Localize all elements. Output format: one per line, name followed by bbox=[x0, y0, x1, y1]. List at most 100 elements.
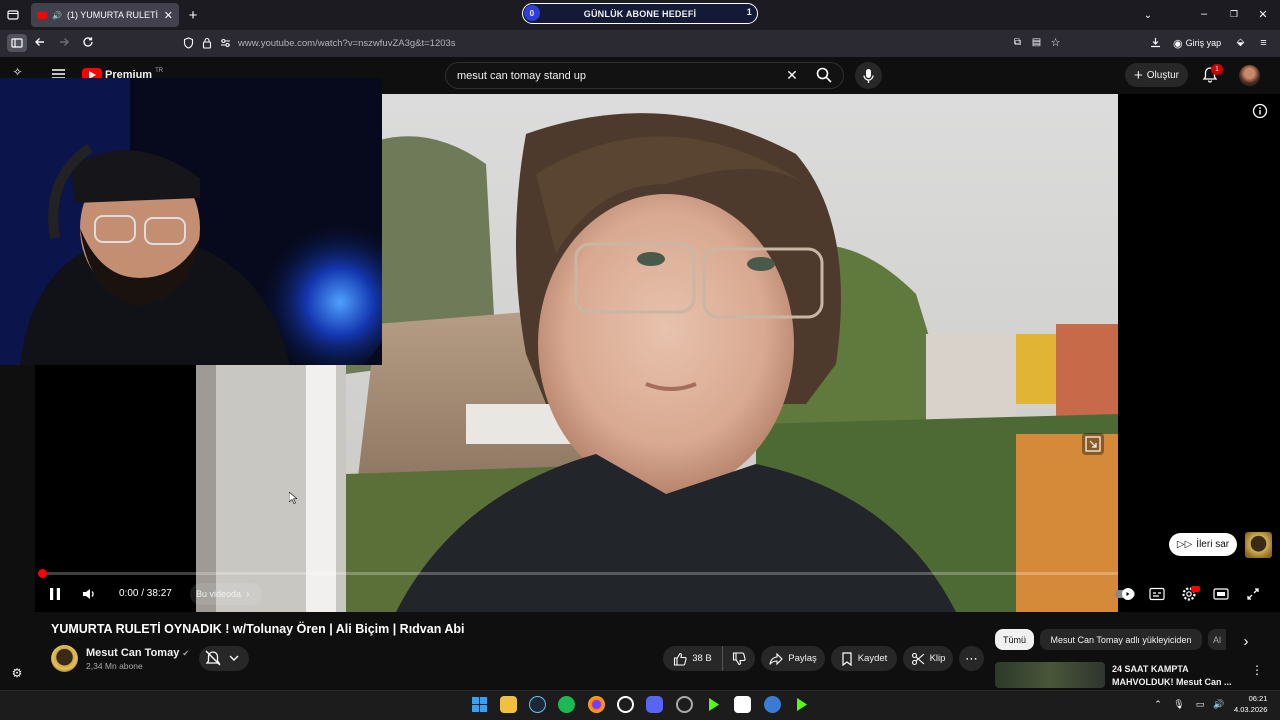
channel-name[interactable]: Mesut Can Tomay ✔ bbox=[86, 647, 189, 659]
list-all-tabs-icon[interactable]: ⌄ bbox=[1141, 8, 1155, 22]
discord-icon[interactable] bbox=[646, 696, 663, 713]
volume-tray-icon[interactable]: 🔊 bbox=[1213, 698, 1225, 710]
picture-in-picture-icon[interactable]: ⧉ bbox=[1011, 36, 1024, 49]
close-tab-icon[interactable]: ✕ bbox=[164, 9, 173, 22]
skip-forward-button[interactable]: ▷▷ İleri sar bbox=[1169, 533, 1237, 556]
obs-icon[interactable] bbox=[617, 696, 634, 713]
share-label: Paylaş bbox=[788, 653, 817, 664]
app-tile-icon[interactable] bbox=[734, 696, 751, 713]
volume-icon[interactable] bbox=[81, 586, 97, 602]
subscription-bell-button[interactable] bbox=[199, 646, 249, 671]
recommended-video-title[interactable]: 24 SAAT KAMPTA MAHVOLDUK! Mesut Can ... bbox=[1112, 663, 1252, 688]
search-icon[interactable] bbox=[815, 66, 833, 84]
bookmark-icon bbox=[842, 651, 852, 666]
chip-related[interactable]: Al bbox=[1208, 629, 1226, 650]
microphone-tray-icon[interactable]: 🎙 bbox=[1173, 698, 1184, 710]
taskbar-clock[interactable]: 06:21 4.03.2026 bbox=[1234, 694, 1267, 715]
channel-avatar[interactable] bbox=[51, 645, 78, 672]
menu-icon[interactable]: ≡ bbox=[1257, 36, 1270, 49]
subtitles-icon[interactable] bbox=[1149, 587, 1165, 601]
save-button[interactable]: Kaydet bbox=[831, 646, 897, 671]
firefox-icon[interactable] bbox=[588, 696, 605, 713]
progress-scrubber[interactable] bbox=[38, 569, 47, 578]
clip-button[interactable]: Klip bbox=[903, 646, 953, 671]
url-text: www.youtube.com/watch?v=nszwfuvZA3g&t=12… bbox=[238, 37, 456, 49]
speaker-icon[interactable]: 🔊 bbox=[52, 11, 62, 20]
chip-from-uploader[interactable]: Mesut Can Tomay adlı yükleyiciden bbox=[1040, 629, 1202, 650]
extensions-icon[interactable]: ⬙ bbox=[1234, 36, 1247, 49]
tracking-shield-icon[interactable] bbox=[182, 36, 194, 49]
lock-icon[interactable] bbox=[201, 36, 213, 49]
chips-next-chevron-icon[interactable]: › bbox=[1239, 633, 1253, 650]
info-icon[interactable] bbox=[1252, 103, 1268, 119]
voice-search-button[interactable] bbox=[855, 62, 882, 89]
system-tray-chevron-icon[interactable]: ⌃ bbox=[1153, 698, 1163, 710]
signin-label: Giriş yap bbox=[1185, 38, 1222, 48]
more-vertical-icon[interactable]: ⋮ bbox=[1251, 663, 1263, 677]
spotify-icon[interactable] bbox=[558, 696, 575, 713]
user-avatar[interactable] bbox=[1239, 65, 1260, 86]
browser-tab-active[interactable]: 🔊 (1) YUMURTA RULETİ OYNA ✕ bbox=[31, 3, 179, 27]
downloads-icon[interactable] bbox=[1149, 36, 1162, 49]
sidebar-toggle-button[interactable] bbox=[7, 34, 27, 52]
tab-list-icon[interactable] bbox=[6, 8, 20, 22]
channel-watermark[interactable] bbox=[1245, 532, 1272, 558]
progress-bar[interactable] bbox=[42, 572, 1118, 575]
streamer-webcam-overlay bbox=[0, 78, 382, 365]
reload-icon[interactable] bbox=[81, 35, 95, 49]
mouse-cursor-icon bbox=[289, 492, 297, 504]
back-arrow-icon[interactable] bbox=[33, 35, 47, 49]
app-globe-icon[interactable] bbox=[764, 696, 781, 713]
bookmark-star-icon[interactable]: ☆ bbox=[1049, 36, 1062, 49]
more-horizontal-icon: ⋯ bbox=[965, 650, 978, 666]
network-icon[interactable]: ▭ bbox=[1194, 698, 1206, 710]
notification-badge: 1 bbox=[1211, 64, 1223, 75]
pause-icon[interactable] bbox=[48, 586, 62, 602]
search-input[interactable]: mesut can tomay stand up bbox=[457, 70, 586, 82]
like-button[interactable]: 38 B bbox=[663, 646, 722, 671]
fast-forward-icon: ▷▷ bbox=[1176, 539, 1193, 550]
webcam-image bbox=[0, 78, 382, 365]
account-signin-button[interactable]: ◉ Giriş yap bbox=[1173, 35, 1223, 51]
verified-icon: ✔ bbox=[182, 649, 190, 658]
chip-all[interactable]: Tümü bbox=[995, 629, 1034, 650]
fullscreen-exit-icon[interactable] bbox=[1246, 587, 1260, 601]
theater-mode-icon[interactable] bbox=[1213, 587, 1229, 601]
clear-search-icon[interactable]: ✕ bbox=[784, 67, 800, 83]
restore-icon[interactable]: ❐ bbox=[1227, 7, 1241, 21]
address-bar[interactable]: www.youtube.com/watch?v=nszwfuvZA3g&t=12… bbox=[238, 33, 1133, 53]
forward-arrow-icon[interactable] bbox=[57, 35, 71, 49]
settings-gear-icon[interactable]: ⚙ bbox=[10, 666, 24, 680]
recommended-video-thumbnail[interactable] bbox=[995, 662, 1105, 688]
close-window-icon[interactable]: ✕ bbox=[1256, 7, 1270, 21]
permissions-icon[interactable] bbox=[219, 36, 232, 49]
scissors-icon bbox=[911, 652, 924, 665]
like-count: 38 B bbox=[692, 653, 712, 664]
sparkle-icon[interactable]: ✧ bbox=[10, 64, 25, 79]
subscriber-count: 2,34 Mn abone bbox=[86, 661, 143, 671]
minimize-icon[interactable]: – bbox=[1197, 7, 1211, 21]
start-windows-icon[interactable] bbox=[471, 696, 488, 713]
reader-view-icon[interactable]: ▤ bbox=[1030, 36, 1043, 49]
goal-target-value: 1 bbox=[746, 7, 752, 17]
file-explorer-icon[interactable] bbox=[500, 696, 517, 713]
clock-time: 06:21 bbox=[1248, 694, 1268, 703]
autoplay-toggle[interactable] bbox=[1114, 587, 1136, 601]
steam-icon[interactable] bbox=[529, 696, 546, 713]
app-arrow-icon[interactable] bbox=[705, 696, 722, 713]
thumbs-up-icon bbox=[674, 652, 687, 666]
new-tab-icon[interactable]: + bbox=[186, 7, 200, 24]
dislike-button[interactable] bbox=[722, 646, 755, 671]
windows-taskbar bbox=[0, 690, 1280, 720]
goal-current-value: 0 bbox=[524, 5, 540, 21]
miniplayer-overlay-icon[interactable] bbox=[1082, 433, 1104, 455]
app-circle-icon[interactable] bbox=[676, 696, 693, 713]
app-arrow-2-icon[interactable] bbox=[793, 696, 810, 713]
more-actions-button[interactable]: ⋯ bbox=[959, 646, 984, 671]
chapter-button[interactable]: Bu videoda › bbox=[190, 583, 262, 605]
settings-icon[interactable] bbox=[1181, 586, 1200, 602]
notifications-button[interactable]: 1 bbox=[1202, 64, 1223, 84]
create-button[interactable]: + Oluştur bbox=[1125, 63, 1188, 87]
share-button[interactable]: Paylaş bbox=[761, 646, 825, 671]
chevron-down-icon bbox=[229, 655, 239, 661]
